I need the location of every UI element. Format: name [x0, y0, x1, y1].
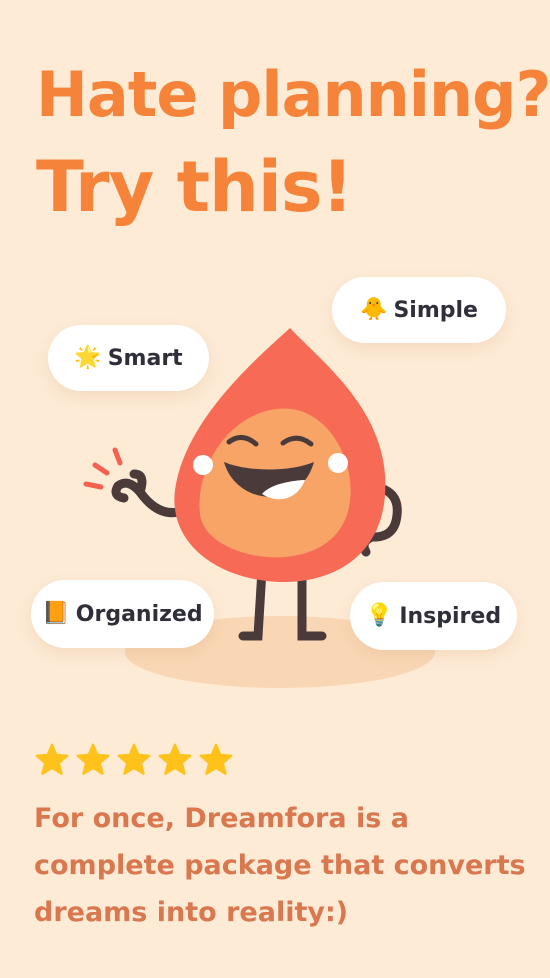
badge-label-smart: Smart: [107, 345, 183, 371]
badge-simple: 🐥 Simple: [332, 277, 506, 343]
light-bulb-icon: 💡: [365, 603, 394, 628]
star-icon: [76, 743, 110, 775]
badge-organized: 📙 Organized: [31, 580, 214, 648]
star-icon: [158, 743, 192, 775]
badge-label-inspired: Inspired: [399, 603, 502, 629]
sparkle-icon: [83, 447, 123, 490]
book-icon: 📙: [42, 601, 70, 626]
badge-label-simple: Simple: [393, 297, 478, 323]
badge-inspired: 💡 Inspired: [350, 582, 517, 650]
star-rating: [34, 742, 234, 778]
review-quote: For once, Dreamfora is a complete packag…: [34, 803, 526, 928]
chick-icon: 🐥: [360, 297, 388, 322]
badge-label-organized: Organized: [75, 601, 203, 627]
mascot-cheek-right: [328, 453, 348, 473]
headline-line-2: Try this!: [36, 146, 353, 228]
headline-line-1: Hate planning?: [36, 58, 550, 131]
star-icon: [35, 743, 69, 775]
star-icon: [117, 743, 151, 775]
mascot-cheek-left: [193, 455, 213, 475]
badge-smart: 🌟 Smart: [48, 325, 209, 391]
glowing-star-icon: 🌟: [74, 345, 102, 370]
star-icon: [199, 743, 233, 775]
